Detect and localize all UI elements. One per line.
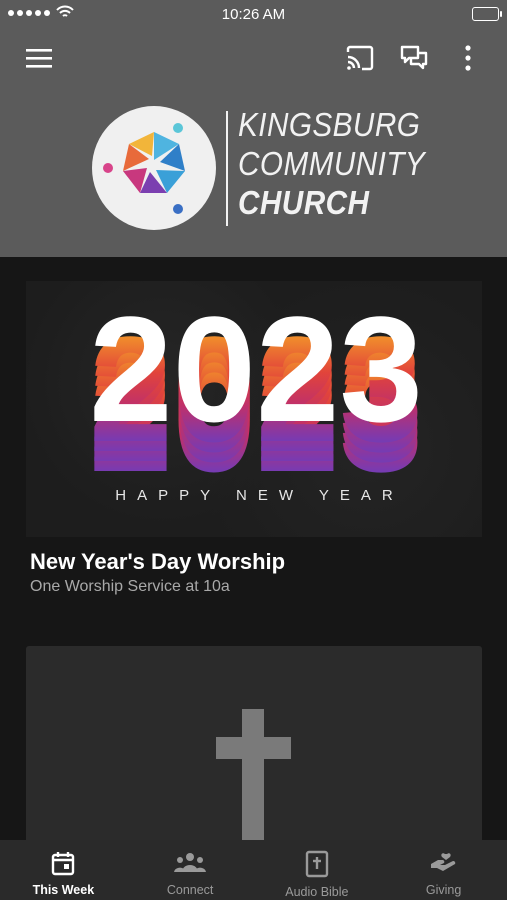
hero-caption: HAPPY NEW YEAR [115,487,404,504]
tab-label: Audio Bible [285,885,349,899]
church-name-line2: COMMUNITY [238,145,426,182]
bottom-tab-bar: This Week Connect Audio Bible Giving [0,840,507,900]
tab-audio-bible[interactable]: Audio Bible [254,840,381,900]
menu-button[interactable] [17,36,61,80]
tab-label: This Week [32,883,95,897]
cross-icon [242,709,264,849]
hexagon-logo-icon [103,123,185,214]
cast-button[interactable] [338,36,382,80]
new-year-worship-card[interactable]: 2023 2023 2023 2023 2023 HAPPY NEW YEAR [26,281,482,537]
logo-divider [226,111,228,226]
tab-label: Connect [166,883,214,897]
more-vertical-icon [465,45,471,71]
content-card[interactable] [26,646,482,866]
calendar-icon [52,852,75,876]
tab-connect[interactable]: Connect [127,840,254,900]
event-subtitle: One Worship Service at 10a [30,578,230,595]
status-bar: 10:26 AM [0,0,507,28]
tab-label: Giving [425,883,462,897]
hamburger-menu-icon [26,49,52,68]
bible-icon [305,850,329,878]
cast-icon [346,45,374,71]
church-name: KINGSBURG COMMUNITY CHURCH [238,108,446,225]
church-logo [92,106,216,230]
event-title[interactable]: New Year's Day Worship [30,549,285,575]
app-header: KINGSBURG COMMUNITY CHURCH [0,28,507,257]
people-icon [174,853,207,872]
more-options-button[interactable] [446,36,490,80]
battery-icon [472,7,502,21]
content-feed: 2023 2023 2023 2023 2023 HAPPY NEW YEAR … [0,257,507,866]
tab-this-week[interactable]: This Week [0,840,127,900]
church-name-line3: CHURCH [238,184,370,221]
messages-button[interactable] [392,36,436,80]
hero-year: 2023 [89,285,423,453]
giving-hand-icon [430,853,455,871]
church-name-line1: KINGSBURG [238,106,421,143]
tab-giving[interactable]: Giving [380,840,507,900]
chat-bubbles-icon [400,45,428,70]
cross-icon-bar [216,737,291,759]
status-time: 10:26 AM [221,6,286,23]
